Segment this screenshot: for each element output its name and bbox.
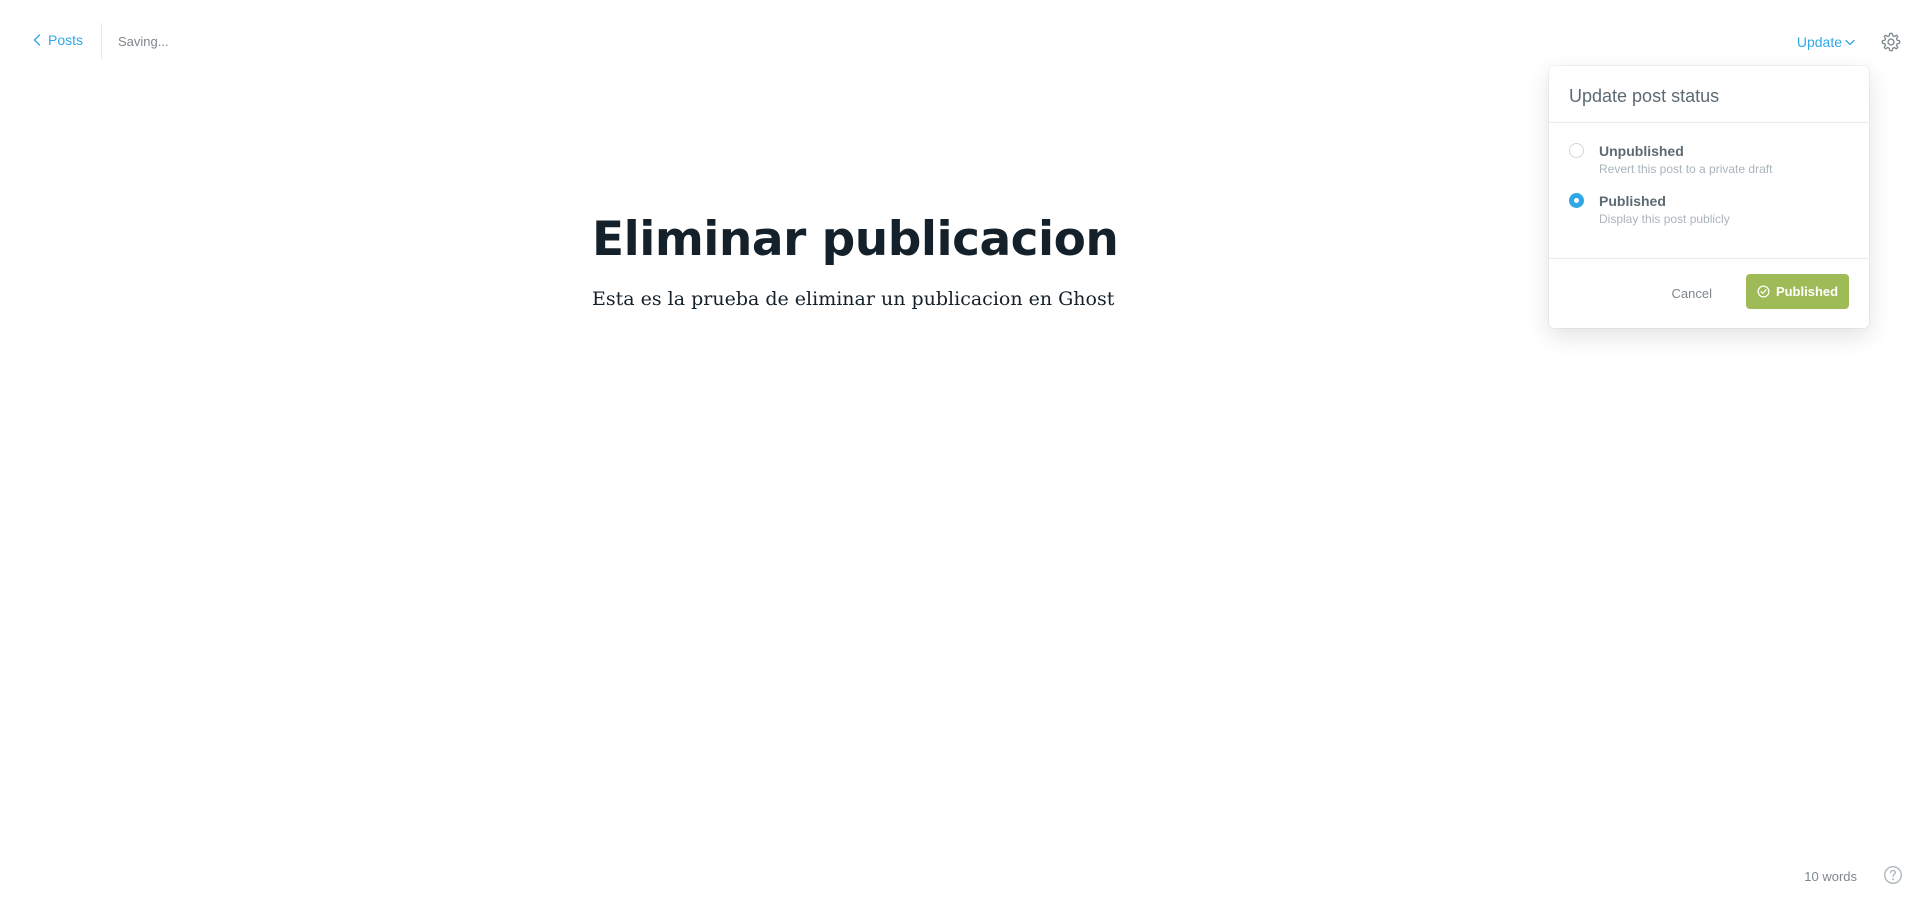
radio-unpublished[interactable] (1569, 143, 1584, 158)
published-button[interactable]: Published (1746, 274, 1849, 309)
settings-menu-button[interactable] (1880, 31, 1902, 53)
radio-published[interactable] (1569, 193, 1584, 208)
word-count: 10 words (1804, 869, 1857, 884)
header-divider (101, 23, 102, 59)
option-description: Revert this post to a private draft (1599, 162, 1773, 176)
option-label: Unpublished (1599, 143, 1684, 159)
chevron-down-icon (1845, 39, 1855, 45)
back-to-posts-link[interactable]: Posts (33, 32, 83, 48)
update-dropdown-button[interactable]: Update (1797, 34, 1855, 50)
post-body-editor[interactable]: Esta es la prueba de eliminar un publica… (592, 288, 1352, 310)
help-button[interactable] (1883, 865, 1903, 885)
gear-icon (1881, 32, 1901, 52)
update-label: Update (1796, 34, 1842, 50)
status-options: Unpublished Revert this post to a privat… (1549, 123, 1869, 228)
option-unpublished[interactable]: Unpublished Revert this post to a privat… (1569, 142, 1849, 178)
save-status: Saving... (118, 34, 169, 49)
back-link-label: Posts (48, 32, 84, 48)
option-published[interactable]: Published Display this post publicly (1569, 192, 1849, 228)
published-button-label: Published (1775, 284, 1839, 299)
popover-title: Update post status (1549, 66, 1869, 123)
cancel-button[interactable]: Cancel (1672, 286, 1712, 301)
check-circle-icon (1757, 285, 1770, 298)
post-editor: Eliminar publicacion Esta es la prueba d… (592, 208, 1352, 310)
update-status-popover: Update post status Unpublished Revert th… (1549, 66, 1869, 328)
popover-footer: Cancel Published (1549, 258, 1869, 328)
chevron-left-icon (33, 34, 41, 46)
option-label: Published (1599, 193, 1666, 209)
option-description: Display this post publicly (1599, 212, 1730, 226)
help-circle-icon (1884, 866, 1902, 884)
post-title-input[interactable]: Eliminar publicacion (592, 208, 1352, 272)
